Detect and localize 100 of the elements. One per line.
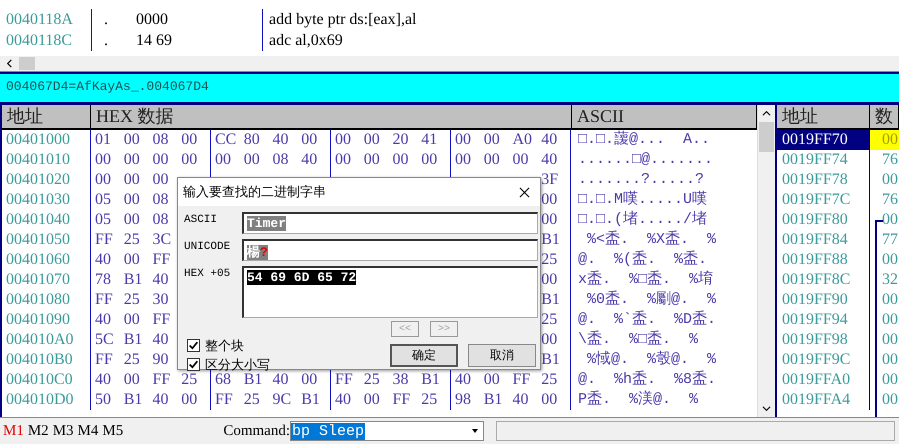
hex-byte-cell: 00	[364, 391, 380, 408]
value-cell-text: 00	[881, 330, 899, 350]
hex-byte-cell: B1	[541, 351, 560, 368]
hex-byte-cell: FF	[152, 251, 170, 268]
column-header[interactable]: 地址	[2, 105, 91, 128]
checkbox-label[interactable]: 区分大小写	[205, 356, 270, 374]
address-cell[interactable]: 0019FF80	[777, 210, 870, 230]
address-cell[interactable]: 0019FF88	[777, 250, 870, 270]
scroll-down-icon[interactable]	[762, 404, 771, 413]
address-cell[interactable]: 0019FF84	[777, 230, 870, 250]
hex-byte-cell: 00	[421, 151, 438, 168]
hex-byte-cell: 08	[272, 151, 288, 168]
hex-byte-cell: 25	[181, 371, 198, 388]
hex-byte-cell: 25	[541, 311, 558, 328]
column-header[interactable]: 地址	[777, 105, 870, 128]
memory-tab[interactable]: M5	[102, 422, 124, 440]
column-header[interactable]: HEX 数据	[91, 105, 572, 128]
memory-tab[interactable]: M4	[78, 422, 98, 440]
cancel-button[interactable]: 取消	[468, 344, 536, 367]
hex-byte-cell: 00	[301, 131, 318, 148]
hex-byte-cell: 50	[95, 391, 111, 408]
hex-byte-cell: 90	[152, 351, 168, 368]
hex-byte-cell: 00	[364, 131, 380, 148]
scroll-left-icon[interactable]	[5, 59, 14, 68]
address-cell: 004010A0	[2, 330, 91, 350]
address-cell: 0040118C	[0, 30, 92, 51]
address-cell[interactable]: 0019FFA4	[777, 390, 870, 410]
hex-byte-cell: 25	[421, 391, 438, 408]
hex-byte-cell: A0	[512, 131, 532, 148]
hex-byte-cell: 30	[152, 291, 168, 308]
hex-byte-cell: 25	[124, 231, 140, 248]
vertical-scrollbar[interactable]	[757, 105, 775, 417]
memory-tab[interactable]: M1	[3, 422, 24, 440]
address-cell[interactable]: 0019FF90	[777, 290, 870, 310]
address-cell[interactable]: 0019FFA0	[777, 370, 870, 390]
hex-byte-cell: 00	[392, 151, 408, 168]
hex-input-field[interactable]: 54 69 6D 65 72	[242, 266, 538, 318]
scroll-thumb[interactable]	[759, 122, 774, 152]
memory-tab[interactable]: M3	[52, 422, 74, 440]
hex-byte-cell: 00	[152, 151, 168, 168]
checkbox-label[interactable]: 整个块	[205, 336, 244, 354]
column-header[interactable]: 数	[870, 105, 899, 128]
memory-tab[interactable]: M2	[28, 422, 49, 440]
address-cell[interactable]: 0019FF70	[777, 130, 870, 150]
value-cell-text: 00	[881, 210, 899, 230]
info-text: 004067D4=AfKayAs_.004067D4	[6, 79, 209, 94]
scroll-thumb[interactable]	[19, 57, 35, 70]
field-label: UNICODE	[184, 240, 232, 255]
hex-byte-cell: FF	[215, 391, 233, 408]
ascii-cell-text: .......?.....?	[577, 170, 706, 190]
command-combo-box[interactable]: bp Sleep	[290, 421, 484, 441]
unicode-input-field[interactable]: 楊?	[242, 239, 538, 261]
value-cell-text: 00	[881, 350, 899, 370]
scroll-up-icon[interactable]	[762, 109, 771, 118]
hex-byte-cell: B1	[421, 371, 440, 388]
hex-byte-cell: 00	[335, 151, 351, 168]
address-cell[interactable]: 0019FF8C	[777, 270, 870, 290]
hex-bytes-cell: 0000	[132, 9, 263, 30]
hex-byte-cell: 05	[95, 211, 111, 228]
hex-byte-cell: B1	[484, 391, 502, 408]
address-cell[interactable]: 0019FF9C	[777, 350, 870, 370]
hex-byte-cell: 80	[244, 131, 260, 148]
hex-byte-cell: 00	[124, 371, 140, 388]
hex-byte-cell: 40	[335, 391, 351, 408]
close-icon[interactable]	[519, 186, 530, 198]
ok-button[interactable]: 确定	[390, 344, 458, 367]
checkbox[interactable]	[187, 339, 200, 352]
address-cell[interactable]: 0019FF98	[777, 330, 870, 350]
address-cell: 00401090	[2, 310, 91, 330]
hex-byte-cell: 00	[541, 211, 558, 228]
marker-cell-text: .	[103, 32, 109, 50]
hex-byte-cell: 00	[124, 191, 140, 208]
hex-byte-cell: FF	[392, 391, 410, 408]
address-cell[interactable]: 0019FF74	[777, 150, 870, 170]
hex-byte-cell: B1	[301, 391, 320, 408]
value-cell-text: 00	[881, 310, 899, 330]
address-cell: 004010D0	[2, 390, 91, 410]
address-cell[interactable]: 0019FF94	[777, 310, 870, 330]
hex-byte-cell: 78	[95, 271, 111, 288]
ascii-cell-text: @. %h盉. %8盉.	[577, 370, 718, 390]
dialog-title: 输入要查找的二进制字串	[183, 184, 326, 201]
command-label: Command:	[222, 422, 290, 440]
marker-cell-text: .	[103, 10, 109, 28]
instruction-cell-text: adc al,0x69	[268, 32, 343, 50]
address-cell[interactable]: 0019FF7C	[777, 190, 870, 210]
hex-byte-cell: B1	[124, 331, 142, 348]
hex-byte-cell: 08	[152, 131, 168, 148]
ascii-cell-text: %<盉. %X盉. %	[586, 230, 718, 250]
checkbox[interactable]	[187, 358, 200, 371]
ascii-input-field[interactable]: Timer	[242, 212, 538, 234]
hex-byte-cell: FF	[512, 371, 530, 388]
hex-byte-cell: B1	[124, 271, 142, 288]
hex-byte-cell: 05	[95, 191, 111, 208]
address-cell[interactable]: 0019FF78	[777, 170, 870, 190]
value-cell-text: 00	[881, 290, 899, 310]
hex-byte-cell: 08	[152, 211, 168, 228]
hex-byte-cell: 00	[484, 131, 500, 148]
hex-byte-cell: 20	[392, 131, 408, 148]
hex-byte-cell: 00	[244, 151, 260, 168]
horizontal-scrollbar[interactable]	[0, 56, 899, 72]
